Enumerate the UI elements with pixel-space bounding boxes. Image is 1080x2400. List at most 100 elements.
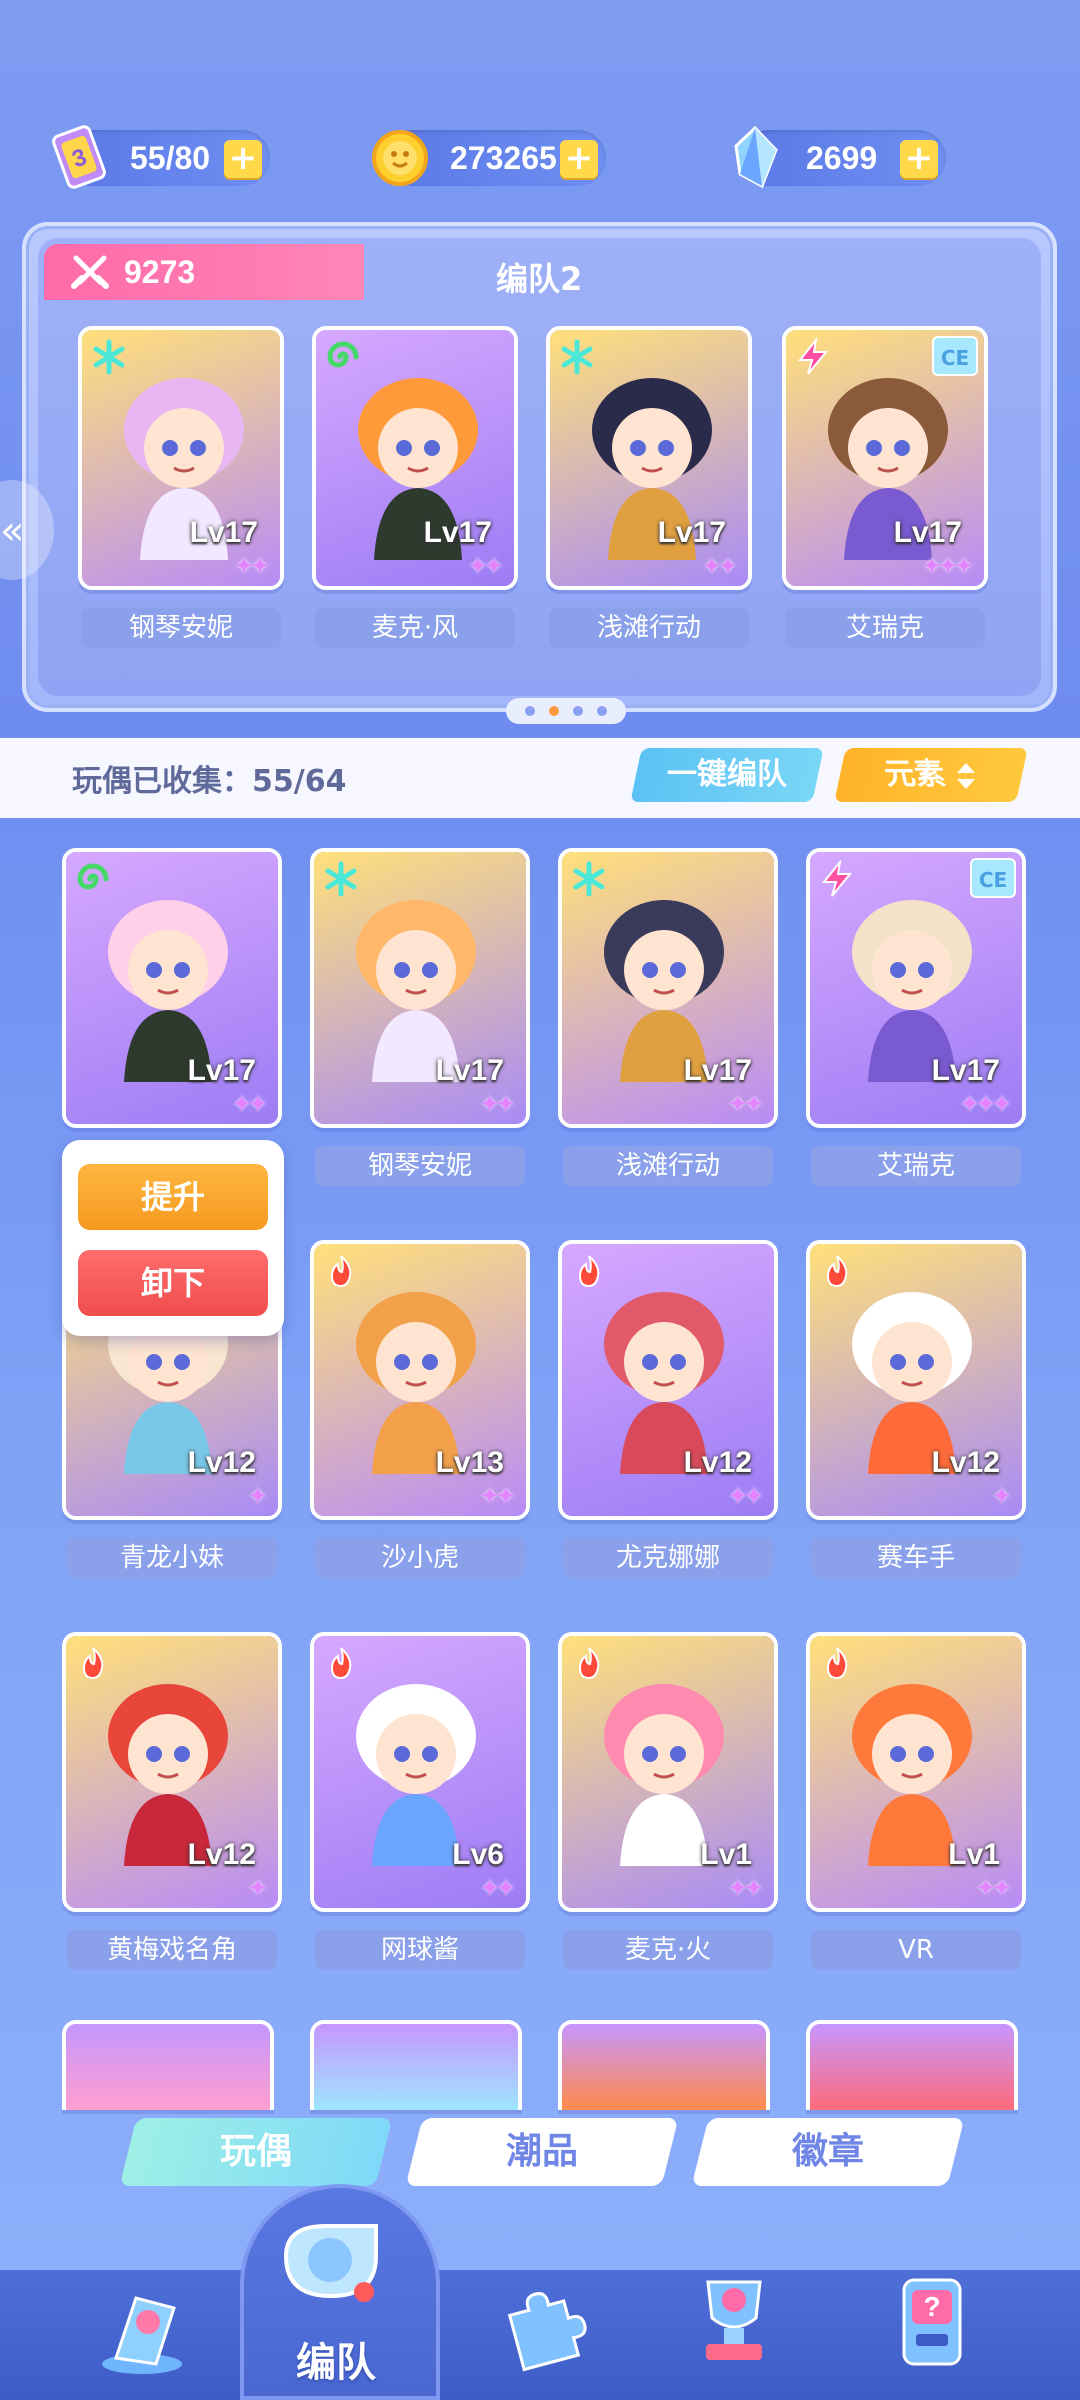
star-rating-icon: ✦✦ <box>467 552 504 580</box>
nav-team-whistle-icon[interactable] <box>266 2196 396 2326</box>
doll-name: 浅滩行动 <box>563 1146 773 1186</box>
remove-button[interactable]: 卸下 <box>78 1250 268 1316</box>
doll-level: Lv12 <box>187 1446 256 1479</box>
doll-level: Lv12 <box>187 1838 256 1871</box>
doll-portrait <box>832 882 992 1082</box>
coin-add-button[interactable]: + <box>560 140 598 178</box>
coin-value: 273265 <box>450 139 557 176</box>
doll-level: Lv12 <box>683 1446 752 1479</box>
doll-name: 艾瑞克 <box>811 1146 1021 1186</box>
lightning-icon <box>818 858 856 898</box>
star-rating-icon: ✦✦ <box>479 1090 516 1118</box>
doll-card[interactable]: Lv17 ✦✦ <box>78 326 284 590</box>
doll-name: 艾瑞克 <box>785 608 985 648</box>
doll-card[interactable]: Lv1 ✦✦ <box>558 1632 778 1912</box>
star-rating-icon: ✦✦ <box>727 1874 764 1902</box>
page-dot[interactable] <box>573 706 583 716</box>
coin-icon <box>372 130 428 186</box>
doll-name: 钢琴安妮 <box>315 1146 525 1186</box>
doll-card[interactable]: Lv17 ✦✦ <box>62 848 282 1128</box>
page-dot-active[interactable] <box>549 706 559 716</box>
doll-card[interactable]: CE Lv17 ✦✦✦ <box>806 848 1026 1128</box>
doll-level: Lv17 <box>931 1054 1000 1087</box>
nav-trophy-icon[interactable] <box>678 2262 790 2374</box>
doll-portrait <box>88 1666 248 1866</box>
nav-puzzle-icon[interactable] <box>484 2268 596 2380</box>
doll-portrait <box>584 1274 744 1474</box>
element-filter-button[interactable]: 元素 <box>834 748 1028 802</box>
gem-counter: 2699 + <box>734 125 946 189</box>
svg-text:?: ? <box>923 2291 940 2322</box>
fire-icon <box>74 1644 112 1682</box>
star-rating-icon: ✦ <box>247 1874 268 1902</box>
doll-name: 赛车手 <box>811 1538 1021 1578</box>
doll-level: Lv17 <box>893 516 962 549</box>
star-rating-icon: ✦ <box>247 1482 268 1510</box>
doll-portrait <box>584 882 744 1082</box>
doll-action-popup: 提升 卸下 <box>62 1140 284 1336</box>
nav-gacha-machine-icon[interactable]: ? <box>876 2262 988 2374</box>
doll-card-partial[interactable] <box>62 2020 274 2110</box>
page-dot[interactable] <box>597 706 607 716</box>
coin-counter: 273265 + <box>372 130 606 186</box>
star-rating-icon: ✦✦ <box>231 1090 268 1118</box>
team-page-indicator[interactable] <box>506 698 626 724</box>
star-rating-icon: ✦✦✦ <box>921 552 974 580</box>
doll-portrait <box>88 882 248 1082</box>
doll-card[interactable]: CE Lv17 ✦✦✦ <box>782 326 988 590</box>
category-tabs: 玩偶 潮品 徽章 <box>0 2104 1080 2186</box>
doll-card[interactable]: Lv12 ✦✦ <box>558 1240 778 1520</box>
energy-add-button[interactable]: + <box>224 140 262 178</box>
page-dot[interactable] <box>525 706 535 716</box>
doll-card[interactable]: Lv6 ✦✦ <box>310 1632 530 1912</box>
doll-card-partial[interactable] <box>558 2020 770 2110</box>
team-power-badge: 9273 <box>44 244 364 300</box>
doll-card[interactable]: Lv17 ✦✦ <box>546 326 752 590</box>
tab-dolls[interactable]: 玩偶 <box>119 2118 393 2186</box>
fire-icon <box>570 1644 608 1682</box>
fire-icon <box>818 1644 856 1682</box>
doll-card[interactable]: Lv17 ✦✦ <box>310 848 530 1128</box>
gem-add-button[interactable]: + <box>900 140 938 178</box>
sort-arrows-icon <box>957 762 976 789</box>
doll-card[interactable]: Lv12 ✦ <box>806 1240 1026 1520</box>
doll-level: Lv17 <box>189 516 258 549</box>
doll-level: Lv17 <box>683 1054 752 1087</box>
doll-portrait <box>832 1274 992 1474</box>
doll-portrait <box>336 1274 496 1474</box>
doll-level: Lv13 <box>435 1446 504 1479</box>
star-rating-icon: ✦✦ <box>727 1090 764 1118</box>
doll-card[interactable]: Lv12 ✦ <box>62 1632 282 1912</box>
doll-card[interactable]: Lv13 ✦✦ <box>310 1240 530 1520</box>
doll-name: 钢琴安妮 <box>81 608 281 648</box>
doll-card-partial[interactable] <box>310 2020 522 2110</box>
doll-name: VR <box>811 1930 1021 1970</box>
star-rating-icon: ✦ <box>991 1482 1012 1510</box>
snowflake-icon <box>558 338 596 376</box>
energy-value: 55/80 <box>130 139 211 176</box>
doll-card[interactable]: Lv17 ✦✦ <box>558 848 778 1128</box>
doll-card[interactable]: Lv17 ✦✦ <box>312 326 518 590</box>
nav-home-icon[interactable] <box>86 2268 198 2380</box>
one-click-team-button[interactable]: 一键编队 <box>630 748 824 802</box>
doll-level: Lv1 <box>700 1838 752 1871</box>
snowflake-icon <box>90 338 128 376</box>
fire-icon <box>322 1644 360 1682</box>
tab-trendy[interactable]: 潮品 <box>405 2118 679 2186</box>
doll-card[interactable]: Lv1 ✦✦ <box>806 1632 1026 1912</box>
doll-portrait <box>336 1666 496 1866</box>
doll-name: 青龙小妹 <box>67 1538 277 1578</box>
tab-badges[interactable]: 徽章 <box>691 2118 965 2186</box>
doll-name: 麦克·火 <box>563 1930 773 1970</box>
doll-portrait <box>584 1666 744 1866</box>
crystal-icon <box>734 125 778 189</box>
upgrade-button[interactable]: 提升 <box>78 1164 268 1230</box>
doll-card-partial[interactable] <box>806 2020 1018 2110</box>
doll-level: Lv17 <box>657 516 726 549</box>
doll-level: Lv1 <box>948 1838 1000 1871</box>
snowflake-icon <box>322 860 360 898</box>
gem-value: 2699 <box>806 139 878 176</box>
energy-ticket-icon: 3 <box>52 125 106 189</box>
star-rating-icon: ✦✦ <box>975 1874 1012 1902</box>
doll-name: 麦克·风 <box>315 608 515 648</box>
